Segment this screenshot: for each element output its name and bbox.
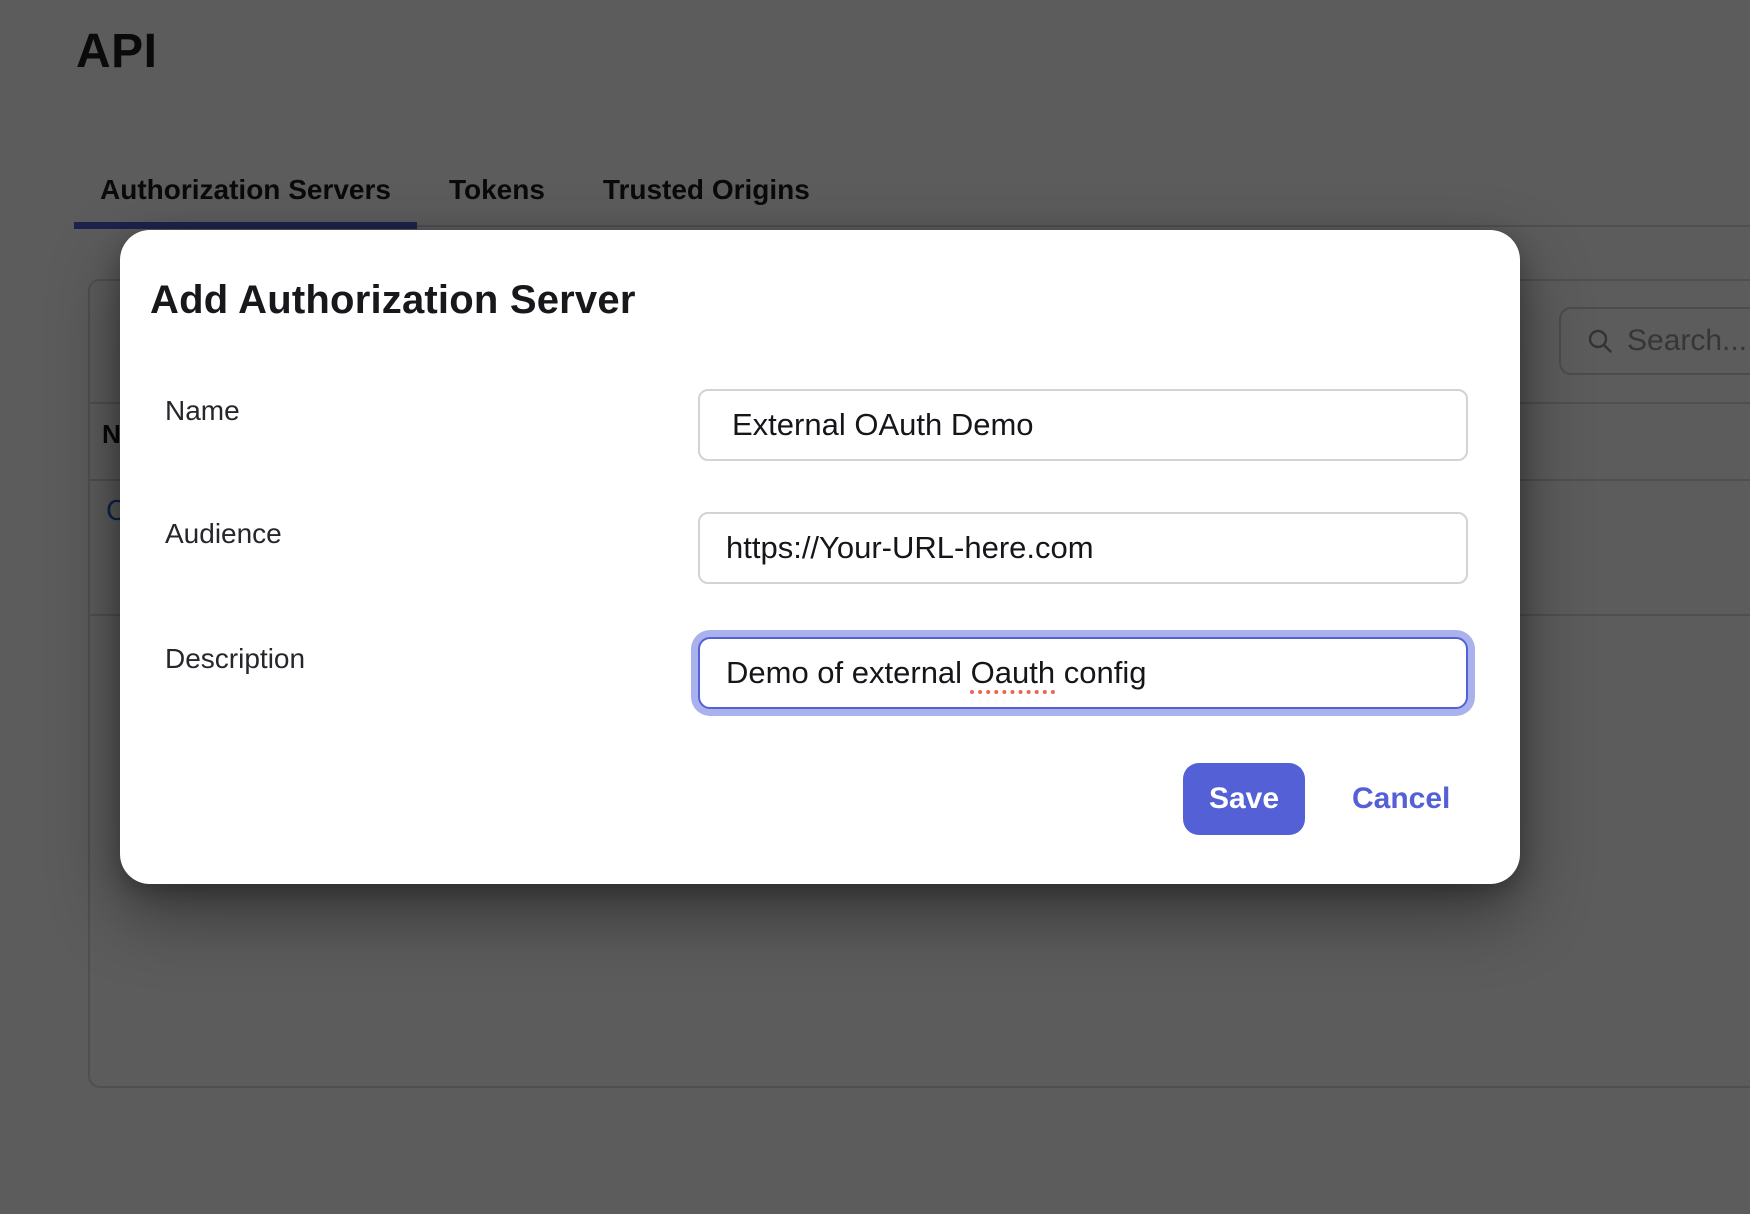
description-text-before: Demo of external [726,655,971,691]
description-text-misspelled: Oauth [971,655,1055,691]
description-text-after: config [1055,655,1146,691]
name-label: Name [165,395,240,427]
modal-title: Add Authorization Server [150,278,636,323]
name-field[interactable] [698,389,1468,461]
add-authorization-server-modal: Add Authorization Server Name Audience D… [120,230,1520,884]
description-label: Description [165,643,305,675]
save-button[interactable]: Save [1183,763,1305,835]
cancel-button[interactable]: Cancel [1352,763,1450,835]
audience-field[interactable] [698,512,1468,584]
audience-label: Audience [165,518,282,550]
description-field[interactable]: Demo of external Oauth config [698,637,1468,709]
